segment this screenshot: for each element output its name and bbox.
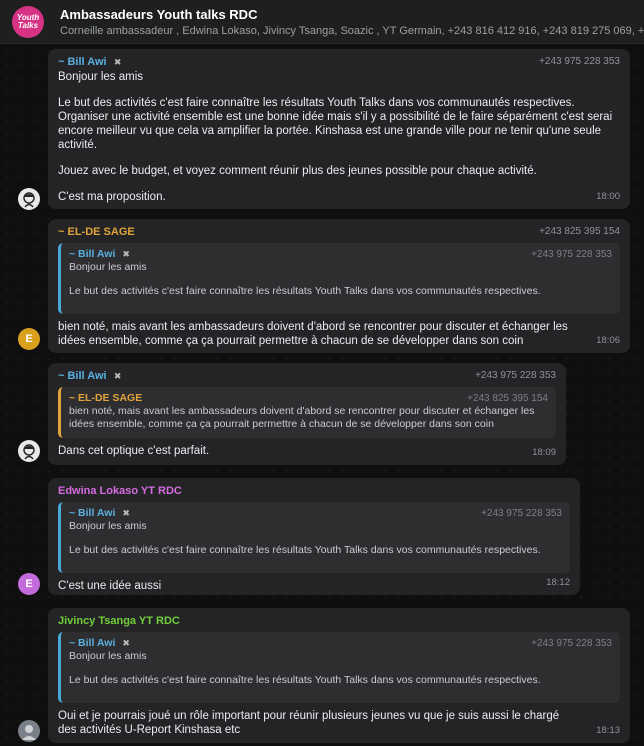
quoted-message[interactable]: ~ Bill Awi ✖ +243 975 228 353 Bonjour le… [58, 502, 570, 573]
message-text: Oui et je pourrais joué un rôle importan… [58, 710, 560, 736]
avatar[interactable]: E [18, 573, 40, 595]
sender-badge: ✖ [122, 249, 130, 259]
message-time: 18:00 [596, 191, 620, 202]
sender-name[interactable]: Edwina Lokaso YT RDC [58, 485, 182, 497]
quoted-text: Le but des activités c'est faire connaît… [69, 285, 541, 297]
message-text: Le but des activités c'est faire connaît… [58, 97, 613, 151]
sender-phone: +243 975 228 353 [475, 370, 556, 381]
sender-badge: ✖ [122, 638, 130, 648]
quoted-text: Bonjour les amis [69, 520, 147, 532]
message-bubble[interactable]: Jivincy Tsanga YT RDC ~ Bill Awi ✖ +243 … [48, 608, 630, 743]
quoted-message[interactable]: ~ EL-DE SAGE +243 825 395 154 bien noté,… [58, 387, 556, 438]
quoted-sender: ~ Bill Awi [69, 507, 116, 519]
avatar[interactable] [18, 188, 40, 210]
user-photo-icon [22, 725, 36, 740]
quoted-phone: +243 975 228 353 [531, 638, 612, 649]
quoted-text: Bonjour les amis [69, 261, 147, 273]
avatar[interactable] [18, 440, 40, 462]
group-members: Corneille ambassadeur , Edwina Lokaso, J… [60, 25, 644, 37]
message-bubble[interactable]: ~ Bill Awi ✖ +243 975 228 353 Bonjour le… [48, 49, 630, 209]
group-avatar[interactable]: Youth Talks [12, 6, 44, 38]
quoted-sender: ~ Bill Awi [69, 637, 116, 649]
message-text: Dans cet optique c'est parfait. [58, 445, 210, 457]
message-text: Jouez avec le budget, et voyez comment r… [58, 165, 537, 177]
quoted-sender: ~ Bill Awi [69, 248, 116, 260]
quoted-message[interactable]: ~ Bill Awi ✖ +243 975 228 353 Bonjour le… [58, 243, 620, 314]
quoted-text: Le but des activités c'est faire connaît… [69, 674, 541, 686]
message-text: bien noté, mais avant les ambassadeurs d… [58, 321, 568, 347]
chat-header[interactable]: Youth Talks Ambassadeurs Youth talks RDC… [0, 0, 644, 44]
sender-name[interactable]: Jivincy Tsanga YT RDC [58, 615, 180, 627]
quoted-sender: ~ EL-DE SAGE [69, 392, 143, 404]
sender-name[interactable]: ~ EL-DE SAGE [58, 226, 135, 238]
message-bubble[interactable]: Edwina Lokaso YT RDC ~ Bill Awi ✖ +243 9… [48, 478, 580, 595]
message-time: 18:06 [596, 335, 620, 346]
user-sketch-icon [23, 192, 35, 208]
sender-badge: ✖ [122, 508, 130, 518]
group-title: Ambassadeurs Youth talks RDC [60, 7, 258, 22]
message-text: C'est une idée aussi [58, 580, 162, 592]
quoted-phone: +243 975 228 353 [531, 249, 612, 260]
message-time: 18:09 [532, 447, 556, 458]
quoted-phone: +243 825 395 154 [467, 393, 548, 404]
message-time: 18:13 [596, 725, 620, 736]
quoted-text: Le but des activités c'est faire connaît… [69, 544, 541, 556]
sender-name[interactable]: ~ Bill Awi [58, 370, 107, 382]
sender-phone: +243 825 395 154 [539, 226, 620, 237]
avatar[interactable] [18, 720, 40, 742]
user-sketch-icon [23, 444, 35, 460]
sender-phone: +243 975 228 353 [539, 56, 620, 67]
chat-area[interactable]: ~ Bill Awi ✖ +243 975 228 353 Bonjour le… [0, 44, 644, 746]
avatar[interactable]: E [18, 328, 40, 350]
message-bubble[interactable]: ~ EL-DE SAGE +243 825 395 154 ~ Bill Awi… [48, 219, 630, 353]
message-text: C'est ma proposition. [58, 191, 166, 203]
quoted-phone: +243 975 228 353 [481, 508, 562, 519]
message-time: 18:12 [546, 577, 570, 588]
message-text: Bonjour les amis [58, 71, 144, 83]
message-bubble[interactable]: ~ Bill Awi ✖ +243 975 228 353 ~ EL-DE SA… [48, 363, 566, 465]
quoted-text: bien noté, mais avant les ambassadeurs d… [69, 405, 535, 430]
sender-badge: ✖ [113, 57, 122, 67]
sender-badge: ✖ [113, 371, 122, 381]
quoted-message[interactable]: ~ Bill Awi ✖ +243 975 228 353 Bonjour le… [58, 632, 620, 703]
sender-name[interactable]: ~ Bill Awi [58, 56, 107, 68]
quoted-text: Bonjour les amis [69, 650, 147, 662]
